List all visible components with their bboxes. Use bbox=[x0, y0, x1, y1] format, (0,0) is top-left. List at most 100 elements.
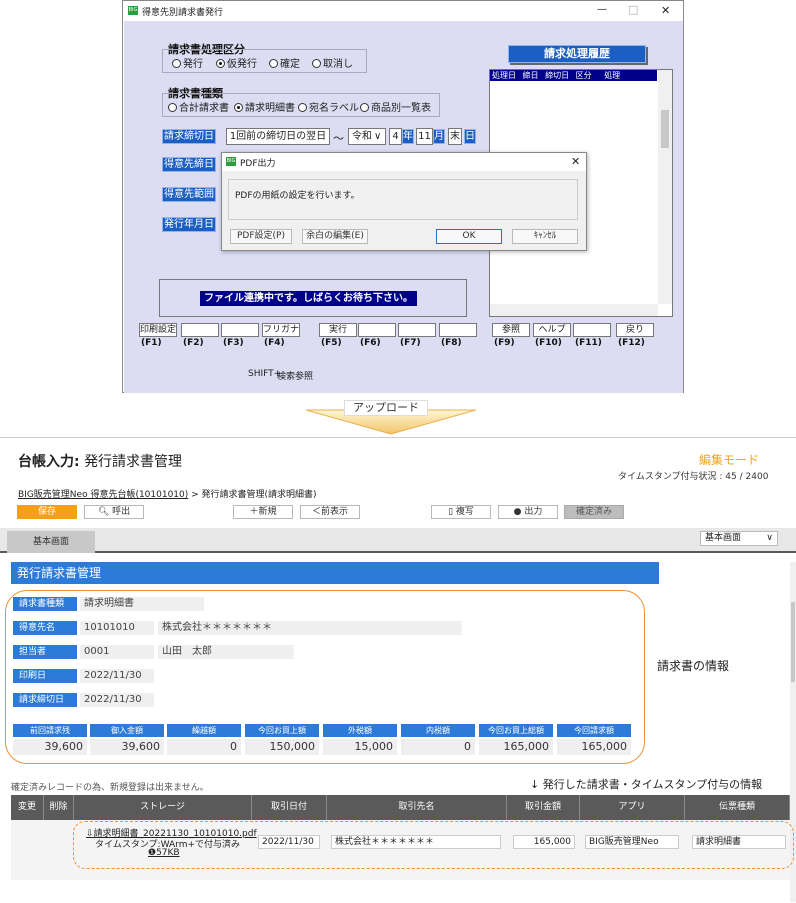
dialog-close-icon[interactable]: ✕ bbox=[571, 155, 580, 168]
ok-button[interactable]: OK bbox=[436, 229, 502, 244]
fkey-label-5: (F5) bbox=[321, 338, 342, 348]
margin-edit-button[interactable]: 余白の編集(E) bbox=[302, 229, 368, 244]
fkey-button-8[interactable] bbox=[439, 323, 477, 337]
close-icon[interactable]: ✕ bbox=[661, 4, 670, 17]
fkey-button-2[interactable] bbox=[181, 323, 219, 337]
radio-cancel[interactable]: 取消し bbox=[312, 55, 353, 70]
dialog-title: PDF出力 bbox=[240, 159, 276, 169]
breadcrumb: BIG販売管理Neo 得意先台帳(10101010) > 発行請求書管理(請求明… bbox=[18, 490, 317, 500]
timestamp-status: タイムスタンプ付与状況 : 45 / 2400 bbox=[618, 472, 769, 482]
history-hscroll[interactable] bbox=[490, 304, 658, 316]
fkey-label-7: (F7) bbox=[400, 338, 421, 348]
col-edit: 変更 bbox=[11, 795, 44, 820]
chevron-left-icon: ＜ bbox=[311, 507, 321, 517]
cancel-button[interactable]: ｷｬﾝｾﾙ bbox=[512, 229, 578, 244]
fkey-button-1[interactable]: 印刷設定 bbox=[139, 323, 177, 337]
pdf-settings-button[interactable]: PDF設定(P) bbox=[230, 229, 292, 244]
app-icon: BIG bbox=[128, 6, 138, 15]
fkey-label-6: (F6) bbox=[360, 338, 381, 348]
search-label: 検索参照 bbox=[277, 372, 314, 382]
fkey-label-10: (F10) bbox=[535, 338, 562, 348]
col-amount: 取引金額 bbox=[507, 795, 580, 820]
pdf-dialog: BIG PDF出力 ✕ PDFの用紙の設定を行います。 PDF設定(P) 余白の… bbox=[221, 152, 587, 251]
legacy-titlebar: BIG 得意先別請求書発行 — □ ✕ bbox=[123, 1, 683, 21]
view-select[interactable]: 基本画面 ∨ bbox=[700, 531, 778, 546]
call-button[interactable]: 🔍︎ 呼出 bbox=[84, 505, 144, 519]
upload-label: アップロード bbox=[344, 400, 428, 416]
prev-button[interactable]: ＜前表示 bbox=[300, 505, 360, 519]
fkey-label-8: (F8) bbox=[441, 338, 462, 348]
history-vscroll[interactable] bbox=[658, 70, 672, 304]
edit-mode-badge: 編集モード bbox=[699, 453, 760, 467]
fkey-label-11: (F11) bbox=[575, 338, 602, 348]
timestamp-info-outline bbox=[73, 821, 794, 869]
confirmed-button[interactable]: 確定済み bbox=[564, 505, 624, 519]
tab-basic[interactable]: 基本画面 bbox=[7, 531, 95, 553]
tab-bar bbox=[0, 528, 796, 553]
fkey-button-3[interactable] bbox=[221, 323, 259, 337]
fkey-label-3: (F3) bbox=[223, 338, 244, 348]
closing-date-button[interactable]: 請求締切日 bbox=[162, 129, 216, 144]
fkey-label-9: (F9) bbox=[494, 338, 515, 348]
customer-closing-button[interactable]: 得意先締日 bbox=[162, 157, 216, 172]
radio-issue[interactable]: 発行 bbox=[172, 55, 203, 70]
issue-date-button[interactable]: 発行年月日 bbox=[162, 217, 216, 232]
save-button[interactable]: 保存 bbox=[17, 505, 77, 519]
col-app: アプリ bbox=[580, 795, 685, 820]
output-button[interactable]: ● 出力 bbox=[498, 505, 558, 519]
dialog-app-icon: BIG bbox=[226, 157, 236, 166]
month-unit: 月 bbox=[433, 129, 445, 144]
col-partner: 取引先名 bbox=[327, 795, 507, 820]
timestamp-annotation: ↓ 発行した請求書・タイムスタンプ付与の情報 bbox=[530, 778, 763, 791]
fkey-button-9[interactable]: 参照 bbox=[492, 323, 530, 337]
fkey-label-12: (F12) bbox=[618, 338, 645, 348]
copy-button[interactable]: ▯ 複写 bbox=[431, 505, 491, 519]
month-input[interactable]: 11 bbox=[416, 128, 433, 145]
radio-provisional[interactable]: 仮発行 bbox=[216, 55, 257, 70]
printer-icon: ● bbox=[513, 507, 522, 517]
dialog-message-box: PDFの用紙の設定を行います。 bbox=[228, 179, 578, 220]
radio-total-invoice[interactable]: 合計請求書 bbox=[168, 99, 229, 114]
fkey-button-11[interactable] bbox=[573, 323, 611, 337]
fkey-button-5[interactable]: 実行 bbox=[319, 323, 357, 337]
col-slip: 伝票種類 bbox=[685, 795, 790, 820]
search-icon: 🔍︎ bbox=[97, 507, 110, 517]
invoice-info-annotation: 請求書の情報 bbox=[657, 659, 730, 673]
dialog-titlebar: BIG PDF出力 ✕ bbox=[222, 153, 586, 171]
fkey-button-12[interactable]: 戻り bbox=[616, 323, 654, 337]
section-title: 発行請求書管理 bbox=[11, 562, 659, 584]
radio-confirm[interactable]: 確定 bbox=[269, 55, 300, 70]
fkey-button-6[interactable] bbox=[358, 323, 396, 337]
legacy-window-title: 得意先別請求書発行 bbox=[142, 8, 224, 18]
radio-detail-invoice[interactable]: 請求明細書 bbox=[234, 99, 295, 114]
plus-icon: ＋ bbox=[249, 507, 259, 517]
fkey-label-2: (F2) bbox=[183, 338, 204, 348]
copy-icon: ▯ bbox=[448, 507, 454, 517]
fkey-button-7[interactable] bbox=[398, 323, 436, 337]
dialog-message: PDFの用紙の設定を行います。 bbox=[235, 191, 360, 201]
customer-range-button[interactable]: 得意先範囲 bbox=[162, 187, 216, 202]
maximize-icon[interactable]: □ bbox=[628, 3, 638, 16]
notice-text: 確定済みレコードの為、新規登録は出来ません。 bbox=[11, 783, 209, 793]
day-input[interactable]: 末 bbox=[448, 128, 462, 145]
col-date: 取引日付 bbox=[252, 795, 327, 820]
minimize-icon[interactable]: — bbox=[597, 4, 607, 15]
col-delete: 削除 bbox=[44, 795, 74, 820]
fkey-label-1: (F1) bbox=[141, 338, 162, 348]
era-select[interactable]: 令和 ∨ bbox=[348, 128, 386, 145]
radio-product-list[interactable]: 商品別一覧表 bbox=[360, 99, 431, 114]
breadcrumb-link[interactable]: BIG販売管理Neo 得意先台帳(10101010) bbox=[18, 490, 188, 500]
new-button[interactable]: ＋新規 bbox=[233, 505, 293, 519]
radio-address-label[interactable]: 宛名ラベル bbox=[298, 99, 359, 114]
year-input[interactable]: 4 bbox=[389, 128, 402, 145]
fkey-button-4[interactable]: フリガナ bbox=[262, 323, 300, 337]
status-message: ファイル連携中です。しばらくお待ち下さい。 bbox=[200, 291, 417, 306]
page-title: 台帳入力: 発行請求書管理 bbox=[18, 454, 183, 470]
closing-select[interactable]: 1回前の締切日の翌日 bbox=[226, 128, 330, 145]
col-storage: ストレージ bbox=[74, 795, 252, 820]
day-unit: 日 bbox=[464, 129, 476, 144]
fkey-button-10[interactable]: ヘルプ bbox=[533, 323, 571, 337]
fkey-label-4: (F4) bbox=[264, 338, 285, 348]
history-header: 処理日 締日 締切日 区分 処理 bbox=[490, 70, 657, 81]
year-unit: 年 bbox=[402, 129, 414, 144]
